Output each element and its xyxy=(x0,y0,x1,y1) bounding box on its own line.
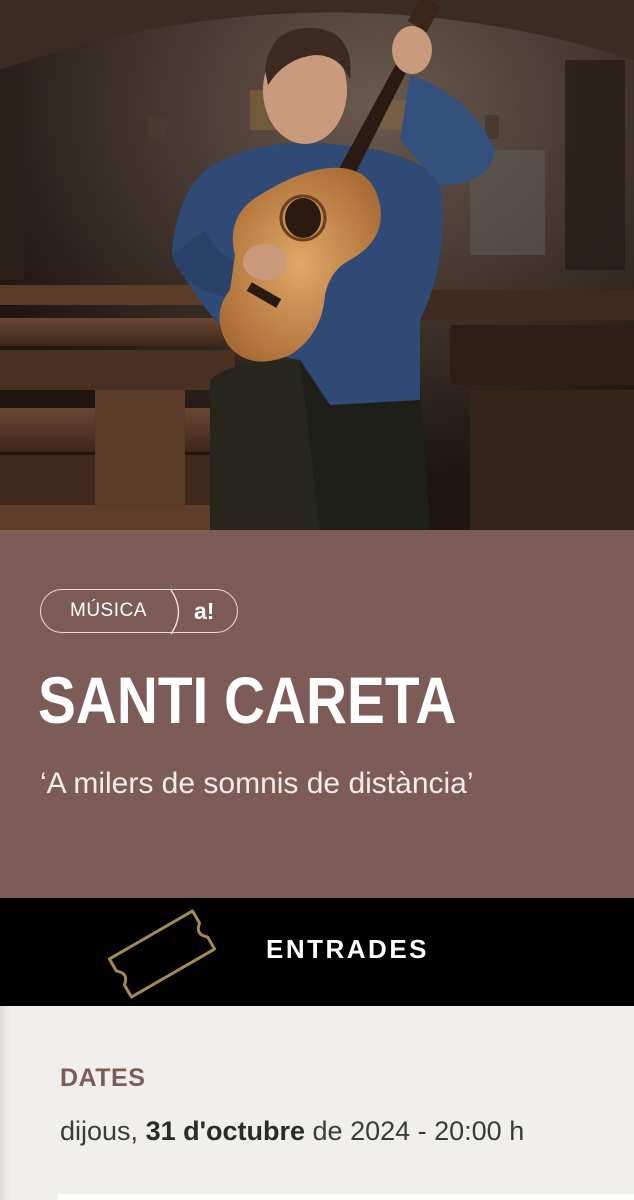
event-date: dijous, 31 d'octubre de 2024 - 20:00 h xyxy=(60,1116,524,1147)
event-page: MÚSICA a! SANTI CARETA ‘A milers de somn… xyxy=(0,0,634,1200)
tag-group: MÚSICA a! xyxy=(40,589,240,635)
date-weekday: dijous, xyxy=(60,1116,146,1146)
ticket-icon xyxy=(107,909,217,999)
brand-logo: a! xyxy=(194,598,215,624)
date-day-month: 31 d'octubre xyxy=(145,1116,306,1146)
tag-divider-icon xyxy=(170,589,180,635)
event-subtitle: ‘A milers de somnis de distància’ xyxy=(40,767,474,800)
event-title: SANTI CARETA xyxy=(38,663,457,737)
hero-illustration xyxy=(0,0,634,530)
date-year-time: de 2024 - 20:00 h xyxy=(305,1116,525,1146)
section-shadow xyxy=(0,1006,10,1200)
dates-section: DATES dijous, 31 d'octubre de 2024 - 20:… xyxy=(0,1006,634,1200)
tickets-button[interactable]: ENTRADES xyxy=(0,898,634,1006)
dates-heading: DATES xyxy=(60,1064,146,1092)
event-header: MÚSICA a! SANTI CARETA ‘A milers de somn… xyxy=(0,530,634,898)
next-card-edge xyxy=(58,1194,634,1200)
category-label: MÚSICA xyxy=(70,600,147,621)
tickets-label: ENTRADES xyxy=(266,934,430,964)
hero-photo xyxy=(0,0,634,530)
